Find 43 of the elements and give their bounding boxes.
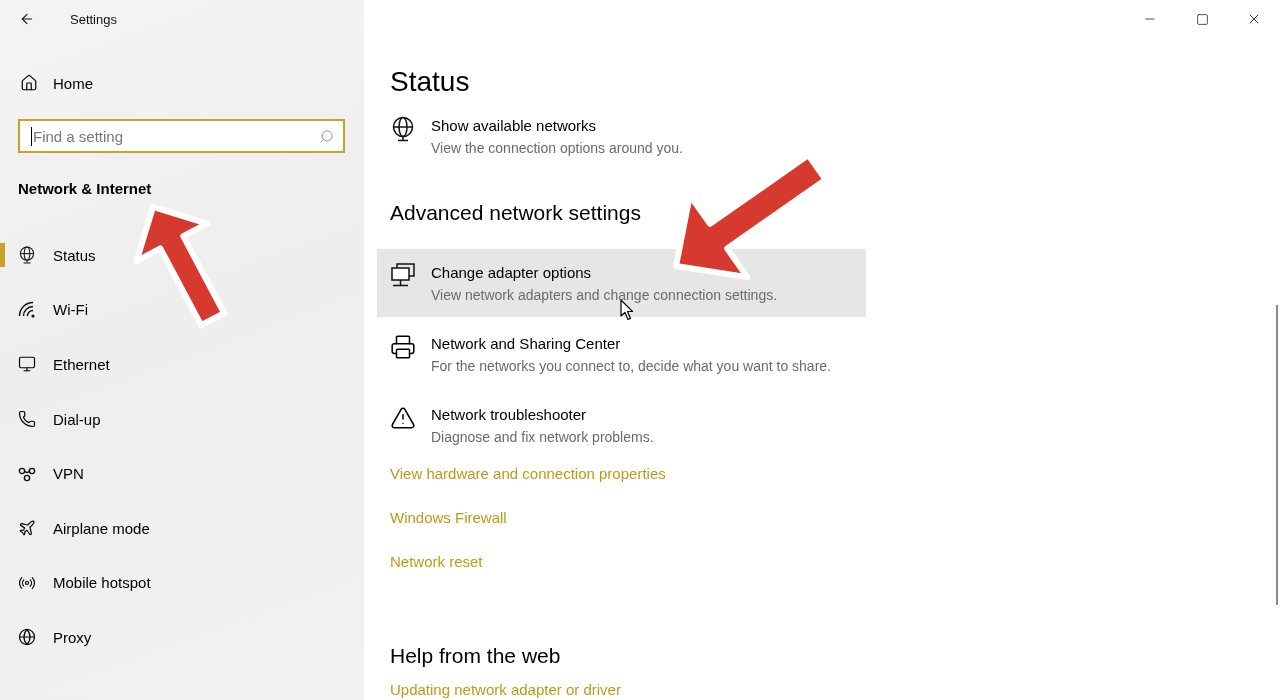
section-title: Network & Internet <box>18 179 153 199</box>
settings-row[interactable]: Change adapter options View network adapters and change connection settings. <box>377 249 866 317</box>
row-description: View network adapters and change connection settings. <box>431 286 778 305</box>
row-title: Network troubleshooter <box>431 405 588 425</box>
maximize-icon <box>1195 12 1209 26</box>
scrollbar-thumb[interactable] <box>1276 305 1278 605</box>
globe-stand-icon <box>390 116 416 142</box>
monitors-icon <box>390 263 416 289</box>
row-description: Diagnose and fix network problems. <box>431 428 654 447</box>
warning-icon <box>390 405 416 431</box>
home-icon <box>20 74 38 92</box>
globe-icon <box>18 628 36 647</box>
back-arrow-icon <box>19 11 35 27</box>
nav-item[interactable]: Ethernet <box>0 337 364 392</box>
row-title: Network and Sharing Center <box>431 334 622 354</box>
phone-icon <box>18 410 36 429</box>
row-title: Show available networks <box>431 116 598 136</box>
settings-row[interactable]: Network and Sharing Center For the networks you connect to, decide what you want to share. <box>377 320 866 388</box>
section-heading: Help from the web <box>390 643 561 669</box>
airplane-icon <box>18 519 36 538</box>
nav-item[interactable]: Status <box>0 228 364 283</box>
text-cursor-icon <box>31 127 32 146</box>
window-title: Settings <box>70 11 117 27</box>
nav-item[interactable]: Airplane mode <box>0 500 364 556</box>
search-field[interactable]: Find a setting <box>18 119 345 153</box>
nav-item[interactable]: Dial-up <box>0 391 364 447</box>
nav-item[interactable]: VPN <box>0 446 364 501</box>
globe-stand-icon <box>18 246 36 265</box>
row-description: For the networks you connect to, decide what you want to share. <box>431 357 831 376</box>
settings-row[interactable]: Network troubleshooter Diagnose and fix network problems. <box>377 391 866 459</box>
section-heading: Advanced network settings <box>390 200 641 226</box>
nav-item[interactable]: Proxy <box>0 610 364 665</box>
nav-item[interactable]: Wi-Fi <box>0 282 364 338</box>
monitor-icon <box>18 355 36 374</box>
page-heading: Status <box>390 65 470 99</box>
wifi-icon <box>18 300 36 319</box>
search-icon[interactable] <box>319 129 334 144</box>
home-nav-item[interactable]: Home <box>0 63 364 103</box>
settings-row[interactable]: Show available networks View the connection options around you. <box>377 102 866 170</box>
row-title: Change adapter options <box>431 263 593 283</box>
printer-icon <box>390 334 416 360</box>
row-description: View the connection options around you. <box>431 139 683 158</box>
nav-item[interactable]: Mobile hotspot <box>0 555 364 611</box>
